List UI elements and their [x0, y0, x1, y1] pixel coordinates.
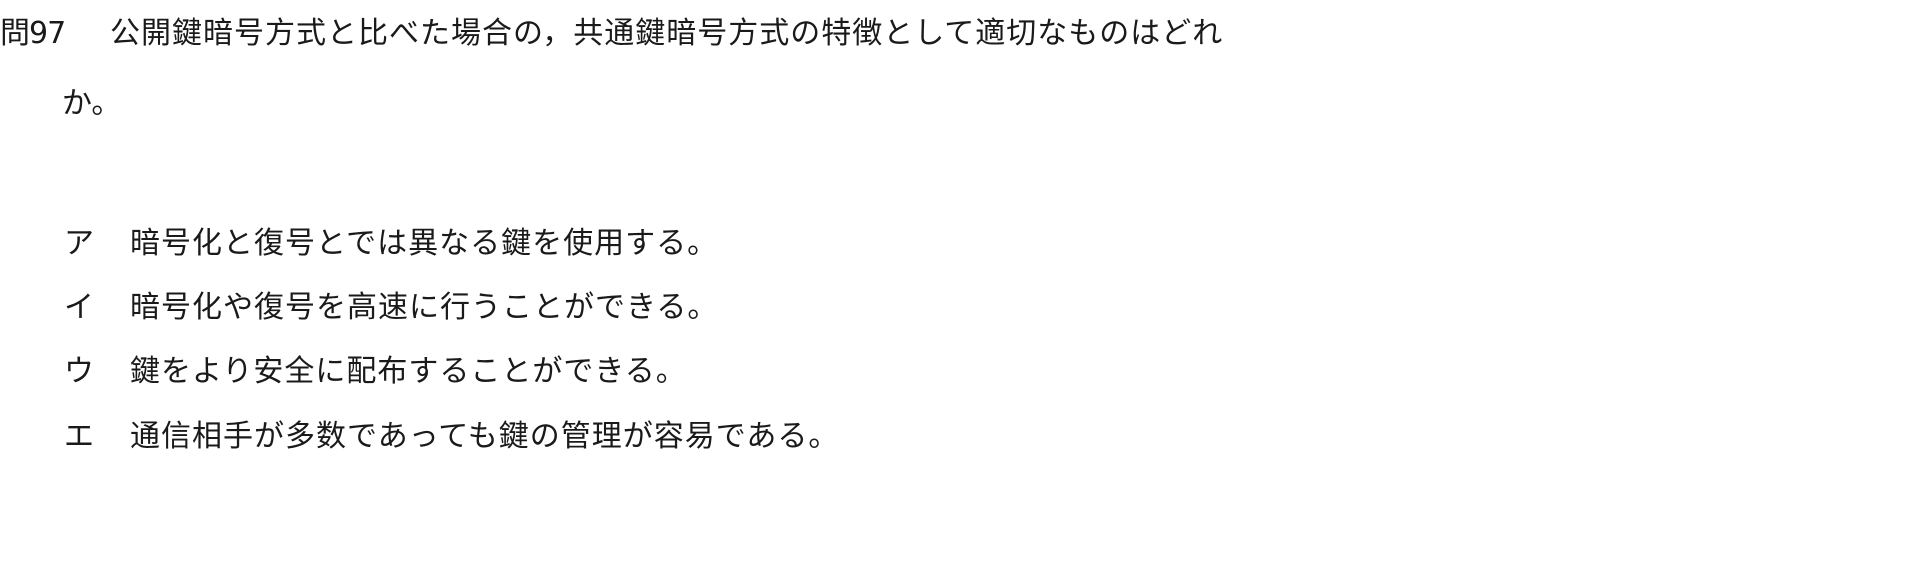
option-text: 暗号化や復号を高速に行うことができる。 [130, 290, 719, 325]
question-text-line1: 公開鍵暗号方式と比べた場合の，共通鍵暗号方式の特徴として適切なものはどれ [110, 16, 1224, 51]
option-text: 鍵をより安全に配布することができる。 [130, 354, 687, 389]
option-label: ア [64, 226, 94, 261]
option-label: ウ [64, 354, 94, 389]
option-text: 通信相手が多数であっても鍵の管理が容易である。 [130, 419, 840, 454]
option-label: イ [64, 290, 94, 325]
question-number: 問97 [0, 16, 66, 51]
question-text-line2: か。 [62, 86, 122, 121]
option-text: 暗号化と復号とでは異なる鍵を使用する。 [130, 226, 719, 261]
option-label: エ [64, 419, 94, 454]
